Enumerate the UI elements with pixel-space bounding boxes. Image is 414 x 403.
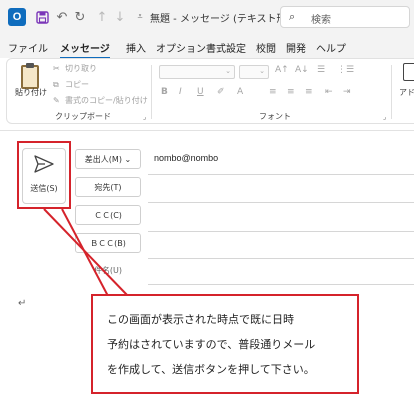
callout-line: この画面が表示された時点で既に日時 (107, 313, 294, 326)
instruction-callout: この画面が表示された時点で既に日時 予約はされていますので、普段通りメール を作… (91, 294, 359, 394)
callout-line: 予約はされていますので、普段通りメール (107, 338, 316, 351)
callout-line: を作成して、送信ボタンを押して下さい。 (107, 363, 315, 376)
